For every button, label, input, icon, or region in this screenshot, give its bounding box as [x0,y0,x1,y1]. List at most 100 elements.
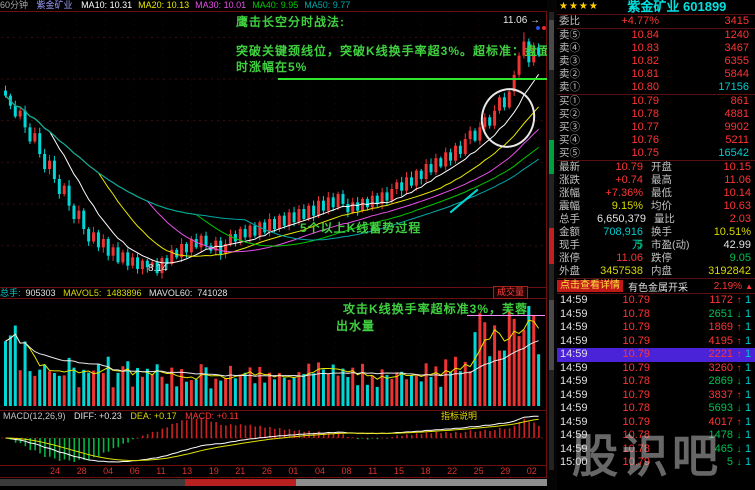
scrollbar-track[interactable] [296,479,547,486]
ask-price[interactable]: 10.82 [597,55,659,68]
industry-change: 2.19% [714,281,745,292]
tick-time: 14:59 [557,348,598,362]
annotation-volume-line2: 出水量 [336,317,375,334]
tick-row[interactable]: 14:5910.791869↑1 [557,321,755,335]
tick-row[interactable]: 14:5910.794195↑1 [557,335,755,349]
tick-time: 14:59 [557,429,598,443]
info-label-1: 涨停 [557,252,597,265]
tick-row[interactable]: 14:5910.794017↑1 [557,416,755,430]
indicator-help-link[interactable]: 指标说明 [441,411,477,421]
date-tick: 11 [156,466,165,477]
bid-price[interactable]: 10.75 [597,147,659,160]
info-value-2: 10.15 [705,161,755,174]
ask-label: 卖② [557,68,597,81]
ask-volume: 17156 [659,81,755,94]
info-value-2: 2.03 [708,213,755,226]
ask-row[interactable]: 卖②10.815844 [557,68,755,81]
ask-price[interactable]: 10.80 [597,81,659,94]
tick-row[interactable]: 14:5910.791172↑1 [557,294,755,308]
stock-title: 紫金矿业 601899 [599,0,755,14]
info-label-1: 震幅 [557,200,597,213]
bid-price[interactable]: 10.77 [597,121,659,134]
bid-volume: 5211 [659,134,755,147]
ask-row[interactable]: 卖⑤10.841240 [557,29,755,42]
scrollbar-thumb[interactable] [185,479,296,486]
ask-row[interactable]: 卖④10.833467 [557,42,755,55]
macd-name: MACD(12,26,9) [3,411,66,421]
bid-row[interactable]: 买⑤10.7516542 [557,147,755,160]
tick-count: 1 [745,308,755,322]
date-tick: 02 [527,466,537,477]
tick-time: 14:59 [557,416,598,430]
tick-price: 10.79 [598,335,650,349]
tick-price: 10.79 [598,348,650,362]
bid-price[interactable]: 10.78 [597,108,659,121]
zongshou-label: 总手: [0,288,21,298]
date-tick: 04 [315,466,325,477]
ask-price[interactable]: 10.84 [597,29,659,42]
tick-row-selected[interactable]: 14:5910.792221↑1 [557,348,755,362]
bid-price[interactable]: 10.79 [597,95,659,108]
tick-row[interactable]: 14:5910.793260↑1 [557,362,755,376]
tick-row[interactable]: 14:5910.793837↑1 [557,389,755,403]
ask-price[interactable]: 10.83 [597,42,659,55]
volume-header: 总手:905303 MAVOL5:1483896 MAVOL60:741028 … [0,288,547,298]
tick-time: 14:59 [557,362,598,376]
info-value-2: 10.51% [705,226,755,239]
bid-price[interactable]: 10.76 [597,134,659,147]
info-value-1: 5 [597,239,643,252]
date-tick: 25 [474,466,484,477]
tick-price: 10.79 [598,362,650,376]
bid-row[interactable]: 买④10.765211 [557,134,755,147]
bid-row[interactable]: 买②10.784881 [557,108,755,121]
tick-time: 14:59 [557,308,598,322]
ask-price[interactable]: 10.81 [597,68,659,81]
info-label-2: 均价 [643,200,705,213]
neckline-annotation [278,78,547,80]
info-label-2: 开盘 [643,161,705,174]
tick-volume: 2221 [650,348,733,362]
info-value-2: 42.99 [705,239,755,252]
bid-row[interactable]: 买①10.79861 [557,95,755,108]
ask-label: 卖⑤ [557,29,597,42]
ask-row[interactable]: 卖③10.826355 [557,55,755,68]
gauge-segment-red [549,228,554,264]
info-label-2: 市盈(动) [643,239,705,252]
horizontal-scrollbar[interactable] [0,479,547,486]
gauge-segment-gray [549,20,554,70]
tick-count: 1 [745,443,755,457]
annotation-breakout-line1: 突破关键颈线位，突破K线换手率超3%。超标准：盘面当 [236,42,564,59]
date-tick: 21 [235,466,245,477]
bid-label: 买④ [557,134,597,147]
tick-direction-up-icon: ↑ [733,294,745,308]
bid-row[interactable]: 买③10.779902 [557,121,755,134]
ma-label-2: MA30: 10.01 [195,0,246,10]
tick-row[interactable]: 14:5910.785693↓1 [557,402,755,416]
marker-dot-blue [536,26,540,30]
tick-price: 10.78 [598,402,650,416]
view-details-button[interactable]: 点击查看详情 [557,280,623,292]
tick-row[interactable]: 14:5910.78465↓1 [557,443,755,457]
frame-line [0,477,547,478]
tick-row[interactable]: 14:5910.782869↓1 [557,375,755,389]
ask-row[interactable]: 卖①10.8017156 [557,81,755,94]
info-value-1: 9.15% [597,200,643,213]
tick-price: 10.78 [598,429,650,443]
tick-price: 10.78 [598,375,650,389]
tick-row[interactable]: 14:5910.781478↓1 [557,429,755,443]
info-label-1: 总手 [557,213,597,226]
ask-label: 卖④ [557,42,597,55]
tick-row[interactable]: 14:5910.782651↓1 [557,308,755,322]
period-selector[interactable]: 60分钟 [0,0,28,10]
tick-direction-up-icon: ↑ [733,416,745,430]
date-tick: 06 [130,466,140,477]
tick-row[interactable]: 15:0010.795↓1 [557,456,755,470]
info-label-1: 金额 [557,226,597,239]
bid-volume: 16542 [659,147,755,160]
industry-label[interactable]: 有色金属开采 [623,279,714,294]
side-gauge-strip [547,0,557,490]
info-row: 外盘3457538内盘3192842 [557,265,755,278]
bid-volume: 861 [659,95,755,108]
diff-value: DIFF: +0.23 [74,411,122,421]
gauge-segment-green [549,140,554,174]
